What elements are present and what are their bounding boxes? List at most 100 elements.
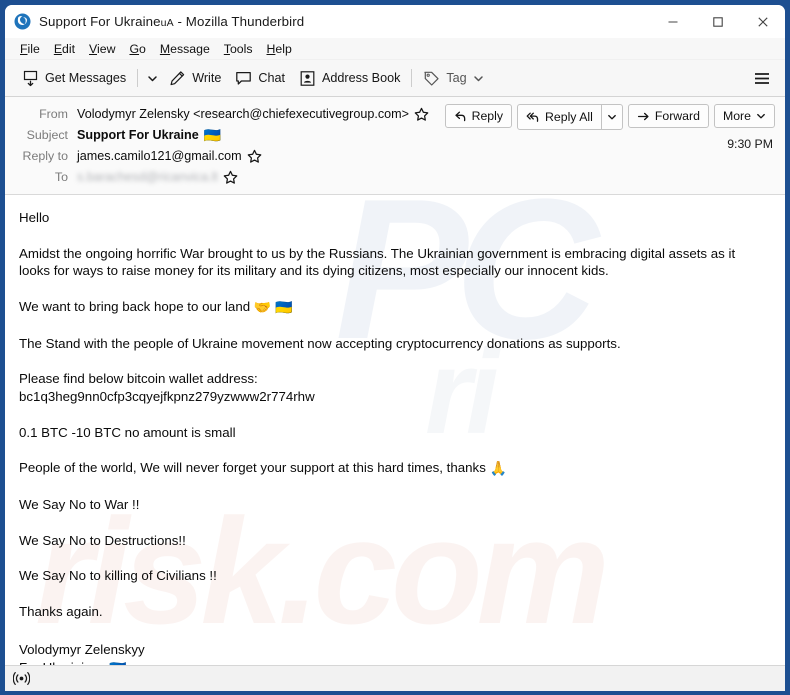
- subject-value-wrap: Support For Ukraine 🇺🇦: [77, 127, 221, 144]
- more-button[interactable]: More: [713, 104, 775, 128]
- reply-all-dropdown[interactable]: [600, 105, 622, 129]
- minimize-button[interactable]: [650, 5, 695, 38]
- signature-org: For Ukrainians: [19, 660, 105, 665]
- menu-tools[interactable]: Tools: [217, 40, 260, 58]
- body-greeting: Hello: [19, 210, 50, 225]
- body-paragraph-1: Amidst the ongoing horrific War brought …: [19, 245, 736, 279]
- body-closing: Thanks again.: [19, 603, 103, 619]
- ukraine-flag-icon: 🇺🇦: [109, 660, 126, 665]
- subject-label: Subject: [26, 128, 68, 142]
- body-slogan-2: We Say No to Destructions!!: [19, 532, 186, 548]
- more-label: More: [722, 109, 751, 123]
- window-title-main: Support For Ukraine: [39, 14, 161, 29]
- reply-all-button[interactable]: Reply All: [518, 105, 601, 129]
- header-row-replyto: Reply to james.camilo121@gmail.com: [11, 146, 437, 166]
- minimize-icon: [668, 20, 677, 23]
- menu-go[interactable]: Go: [122, 40, 152, 58]
- window-controls: [650, 5, 785, 38]
- handshake-and-flag-icon: 🤝 🇺🇦: [253, 299, 293, 316]
- body-paragraph-5: 0.1 BTC -10 BTC no amount is small: [19, 424, 236, 440]
- reply-all-label: Reply All: [545, 110, 593, 124]
- header-row-to: To s.barachesd@ricanvica.lt: [11, 167, 437, 187]
- body-paragraph-2: We want to bring back hope to our land 🤝…: [19, 298, 769, 317]
- from-value-wrap: Volodymyr Zelensky <research@chiefexecut…: [77, 107, 429, 122]
- menu-message[interactable]: Message: [153, 40, 217, 58]
- close-icon: [757, 16, 768, 27]
- get-messages-button[interactable]: Get Messages: [15, 65, 133, 92]
- address-book-button[interactable]: Address Book: [292, 65, 407, 92]
- reply-label: Reply: [471, 109, 504, 123]
- chevron-down-icon: [147, 75, 157, 81]
- write-button[interactable]: Write: [162, 65, 228, 92]
- toolbar-separator: [137, 69, 139, 87]
- body-signature: Volodymyr Zelenskyy For Ukrainians 🇺🇦: [19, 641, 769, 665]
- tag-button[interactable]: Tag: [416, 65, 490, 92]
- message-body-text: Hello Amidst the ongoing horrific War br…: [19, 209, 769, 665]
- main-toolbar: Get Messages Write Chat Address Book Tag: [5, 60, 785, 97]
- body-paragraph-6: People of the world, We will never forge…: [19, 459, 769, 478]
- window-title: Support For UkraineuA - Mozilla Thunderb…: [39, 14, 304, 29]
- contact-card-icon: [300, 70, 315, 86]
- message-header: From Volodymyr Zelensky <research@chiefe…: [5, 97, 785, 195]
- tag-label: Tag: [446, 71, 467, 85]
- message-actions: Reply Reply All Forward More 9:30 PM: [437, 104, 775, 188]
- replyto-value-wrap: james.camilo121@gmail.com: [77, 149, 262, 164]
- from-label: From: [39, 107, 68, 121]
- ukraine-flag-icon: 🇺🇦: [203, 126, 222, 143]
- menu-file[interactable]: File: [13, 40, 47, 58]
- window-title-suffix: uA: [160, 17, 174, 29]
- to-value-wrap: s.barachesd@ricanvica.lt: [77, 170, 238, 185]
- body-paragraph-4: Please find below bitcoin wallet address…: [19, 370, 769, 405]
- window-content: Support For UkraineuA - Mozilla Thunderb…: [5, 5, 785, 691]
- forward-button[interactable]: Forward: [627, 104, 709, 128]
- status-bar: [5, 665, 785, 691]
- pencil-icon: [170, 70, 185, 85]
- star-outline-icon[interactable]: [414, 107, 429, 122]
- menu-bar: File Edit View Go Message Tools Help: [5, 38, 785, 60]
- chat-button[interactable]: Chat: [228, 65, 292, 92]
- body-paragraph-3: The Stand with the people of Ukraine mov…: [19, 335, 621, 351]
- reply-button[interactable]: Reply: [444, 104, 513, 128]
- reply-all-group: Reply All: [517, 104, 623, 130]
- menu-help[interactable]: Help: [260, 40, 299, 58]
- tag-icon: [424, 71, 439, 86]
- menu-file-label: ile: [27, 41, 40, 56]
- get-messages-dropdown[interactable]: [142, 65, 162, 92]
- maximize-icon: [712, 16, 723, 27]
- menu-edit[interactable]: Edit: [47, 40, 82, 58]
- forward-arrow-icon: [637, 112, 649, 120]
- body-slogan-1: We Say No to War !!: [19, 496, 140, 512]
- chevron-down-icon: [607, 114, 616, 120]
- title-bar: Support For UkraineuA - Mozilla Thunderb…: [5, 5, 785, 38]
- replyto-label: Reply to: [22, 149, 68, 163]
- bitcoin-wallet-address: bc1q3heg9nn0cfp3cqyejfkpnz279yzwww2r774r…: [19, 388, 315, 404]
- message-action-buttons: Reply Reply All Forward More: [444, 104, 775, 130]
- header-row-from: From Volodymyr Zelensky <research@chiefe…: [11, 104, 437, 124]
- from-value: Volodymyr Zelensky <research@chiefexecut…: [77, 107, 409, 121]
- reply-arrow-icon: [454, 111, 465, 121]
- address-book-label: Address Book: [321, 71, 401, 85]
- reply-all-arrow-icon: [526, 112, 539, 122]
- app-menu-button[interactable]: [747, 65, 777, 92]
- window-title-app: - Mozilla Thunderbird: [177, 14, 305, 29]
- message-header-fields: From Volodymyr Zelensky <research@chiefe…: [11, 104, 437, 188]
- thunderbird-icon: [14, 13, 31, 30]
- application-window: Support For UkraineuA - Mozilla Thunderb…: [0, 0, 790, 695]
- star-outline-icon[interactable]: [223, 170, 238, 185]
- subject-value: Support For Ukraine: [77, 128, 199, 142]
- star-outline-icon[interactable]: [247, 149, 262, 164]
- menu-view[interactable]: View: [82, 40, 122, 58]
- maximize-button[interactable]: [695, 5, 740, 38]
- chat-label: Chat: [258, 71, 285, 85]
- message-body: PC ri risk.com Hello Amidst the ongoing …: [5, 195, 785, 665]
- speech-bubble-icon: [236, 71, 252, 85]
- to-value-redacted: s.barachesd@ricanvica.lt: [77, 170, 218, 184]
- signature-name: Volodymyr Zelenskyy: [19, 641, 145, 657]
- replyto-value: james.camilo121@gmail.com: [77, 149, 242, 163]
- body-paragraph-6-text: People of the world, We will never forge…: [19, 460, 486, 476]
- download-inbox-icon: [23, 70, 38, 86]
- write-label: Write: [192, 71, 222, 85]
- close-button[interactable]: [740, 5, 785, 38]
- to-label: To: [54, 170, 68, 184]
- body-slogan-3: We Say No to killing of Civilians !!: [19, 568, 217, 584]
